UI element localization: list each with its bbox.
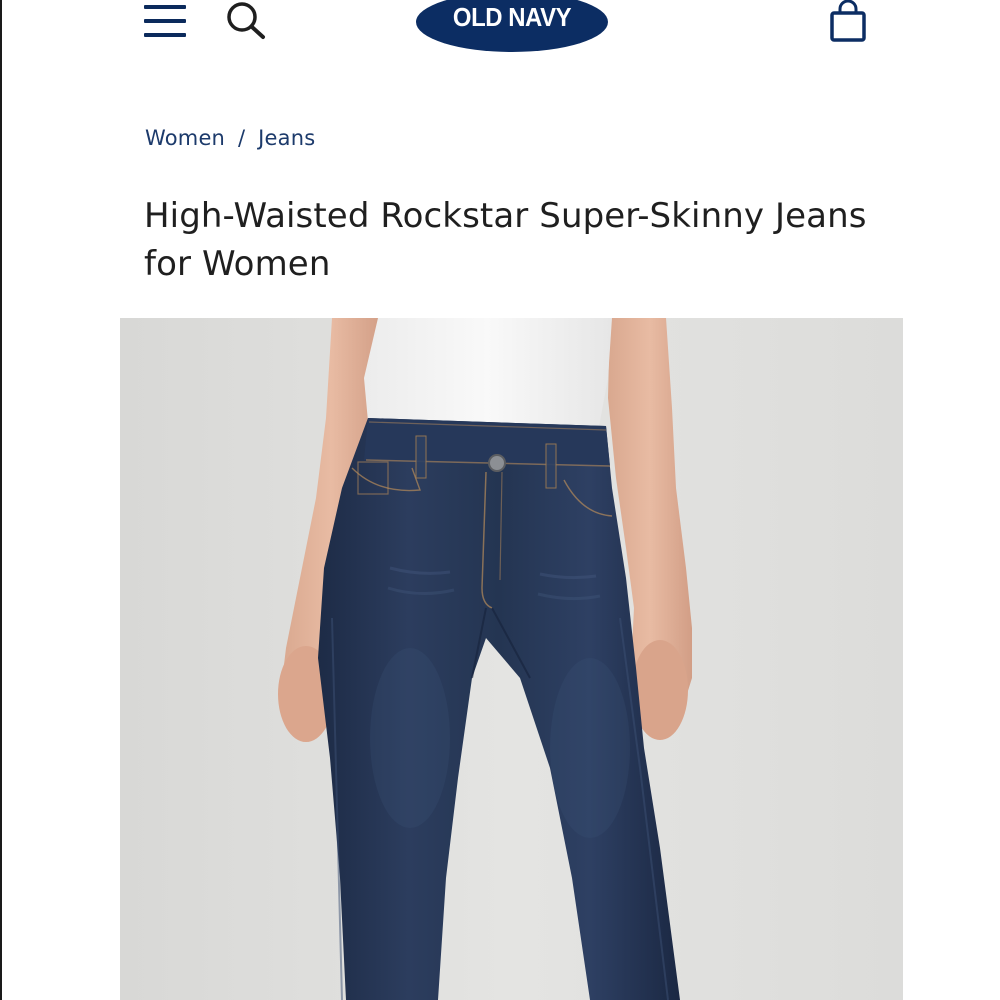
left-edge-border <box>0 0 2 1000</box>
old-navy-logo[interactable]: OLD NAVY <box>416 0 608 52</box>
breadcrumb-jeans[interactable]: Jeans <box>258 126 315 150</box>
search-icon[interactable] <box>222 0 268 40</box>
product-image[interactable] <box>120 318 903 1000</box>
breadcrumb-women[interactable]: Women <box>145 126 225 150</box>
hamburger-menu-icon[interactable] <box>144 3 188 39</box>
breadcrumb: Women / Jeans <box>145 126 315 150</box>
shopping-bag-icon[interactable] <box>828 0 868 44</box>
breadcrumb-separator: / <box>237 126 246 150</box>
product-title: High-Waisted Rockstar Super-Skinny Jeans… <box>144 196 867 284</box>
logo-text: OLD NAVY <box>452 2 572 32</box>
